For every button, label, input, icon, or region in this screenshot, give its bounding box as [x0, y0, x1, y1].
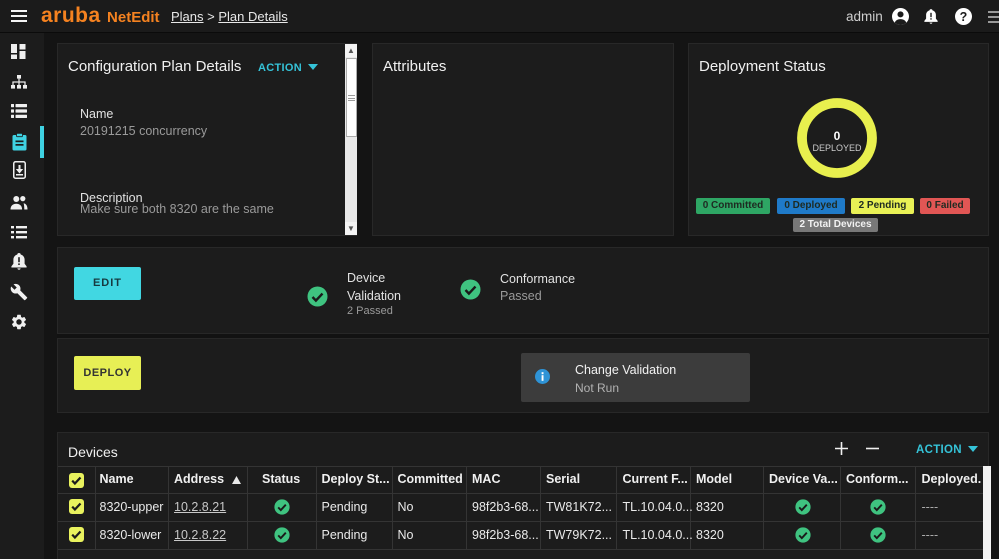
svg-text:?: ?: [959, 10, 967, 24]
svg-text:DEPLOYED: DEPLOYED: [812, 143, 862, 153]
svg-text:0: 0: [834, 129, 841, 143]
